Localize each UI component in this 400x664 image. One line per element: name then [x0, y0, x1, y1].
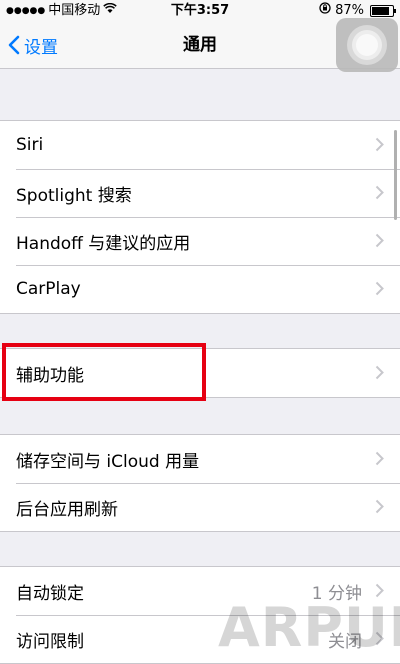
row-label: 自动锁定: [16, 583, 84, 604]
battery-icon: [370, 5, 396, 17]
row-siri[interactable]: Siri: [0, 121, 400, 169]
row-handoff[interactable]: Handoff 与建议的应用: [0, 217, 400, 265]
row-storage-icloud[interactable]: 储存空间与 iCloud 用量: [0, 435, 400, 483]
assistive-touch-icon: [347, 25, 387, 65]
row-label: 辅助功能: [16, 365, 84, 386]
row-accessibility[interactable]: 辅助功能: [0, 349, 400, 397]
chevron-right-icon: [375, 233, 384, 248]
chevron-right-icon: [375, 499, 384, 514]
row-label: 访问限制: [16, 631, 84, 652]
chevron-right-icon: [375, 185, 384, 200]
settings-group-3: 储存空间与 iCloud 用量 后台应用刷新: [0, 434, 400, 532]
row-label: 后台应用刷新: [16, 499, 118, 520]
scroll-indicator: [394, 130, 397, 220]
settings-group-1: Siri Spotlight 搜索 Handoff 与建议的应用 CarPlay: [0, 120, 400, 314]
row-label: CarPlay: [16, 279, 81, 299]
chevron-right-icon: [375, 137, 384, 152]
watermark: ARPUN.COM: [218, 596, 400, 659]
chevron-right-icon: [375, 365, 384, 380]
row-carplay[interactable]: CarPlay: [0, 265, 400, 313]
row-spotlight-search[interactable]: Spotlight 搜索: [0, 169, 400, 217]
row-label: Handoff 与建议的应用: [16, 233, 191, 254]
battery-fill: [372, 7, 389, 15]
row-label: 储存空间与 iCloud 用量: [16, 451, 200, 472]
row-label: Spotlight 搜索: [16, 185, 132, 206]
chevron-right-icon: [375, 281, 384, 296]
assistive-touch-button[interactable]: [336, 18, 398, 72]
row-background-refresh[interactable]: 后台应用刷新: [0, 483, 400, 531]
rotation-lock-icon: [319, 0, 331, 22]
chevron-right-icon: [375, 451, 384, 466]
row-label: Siri: [16, 135, 44, 155]
settings-group-2: 辅助功能: [0, 348, 400, 398]
